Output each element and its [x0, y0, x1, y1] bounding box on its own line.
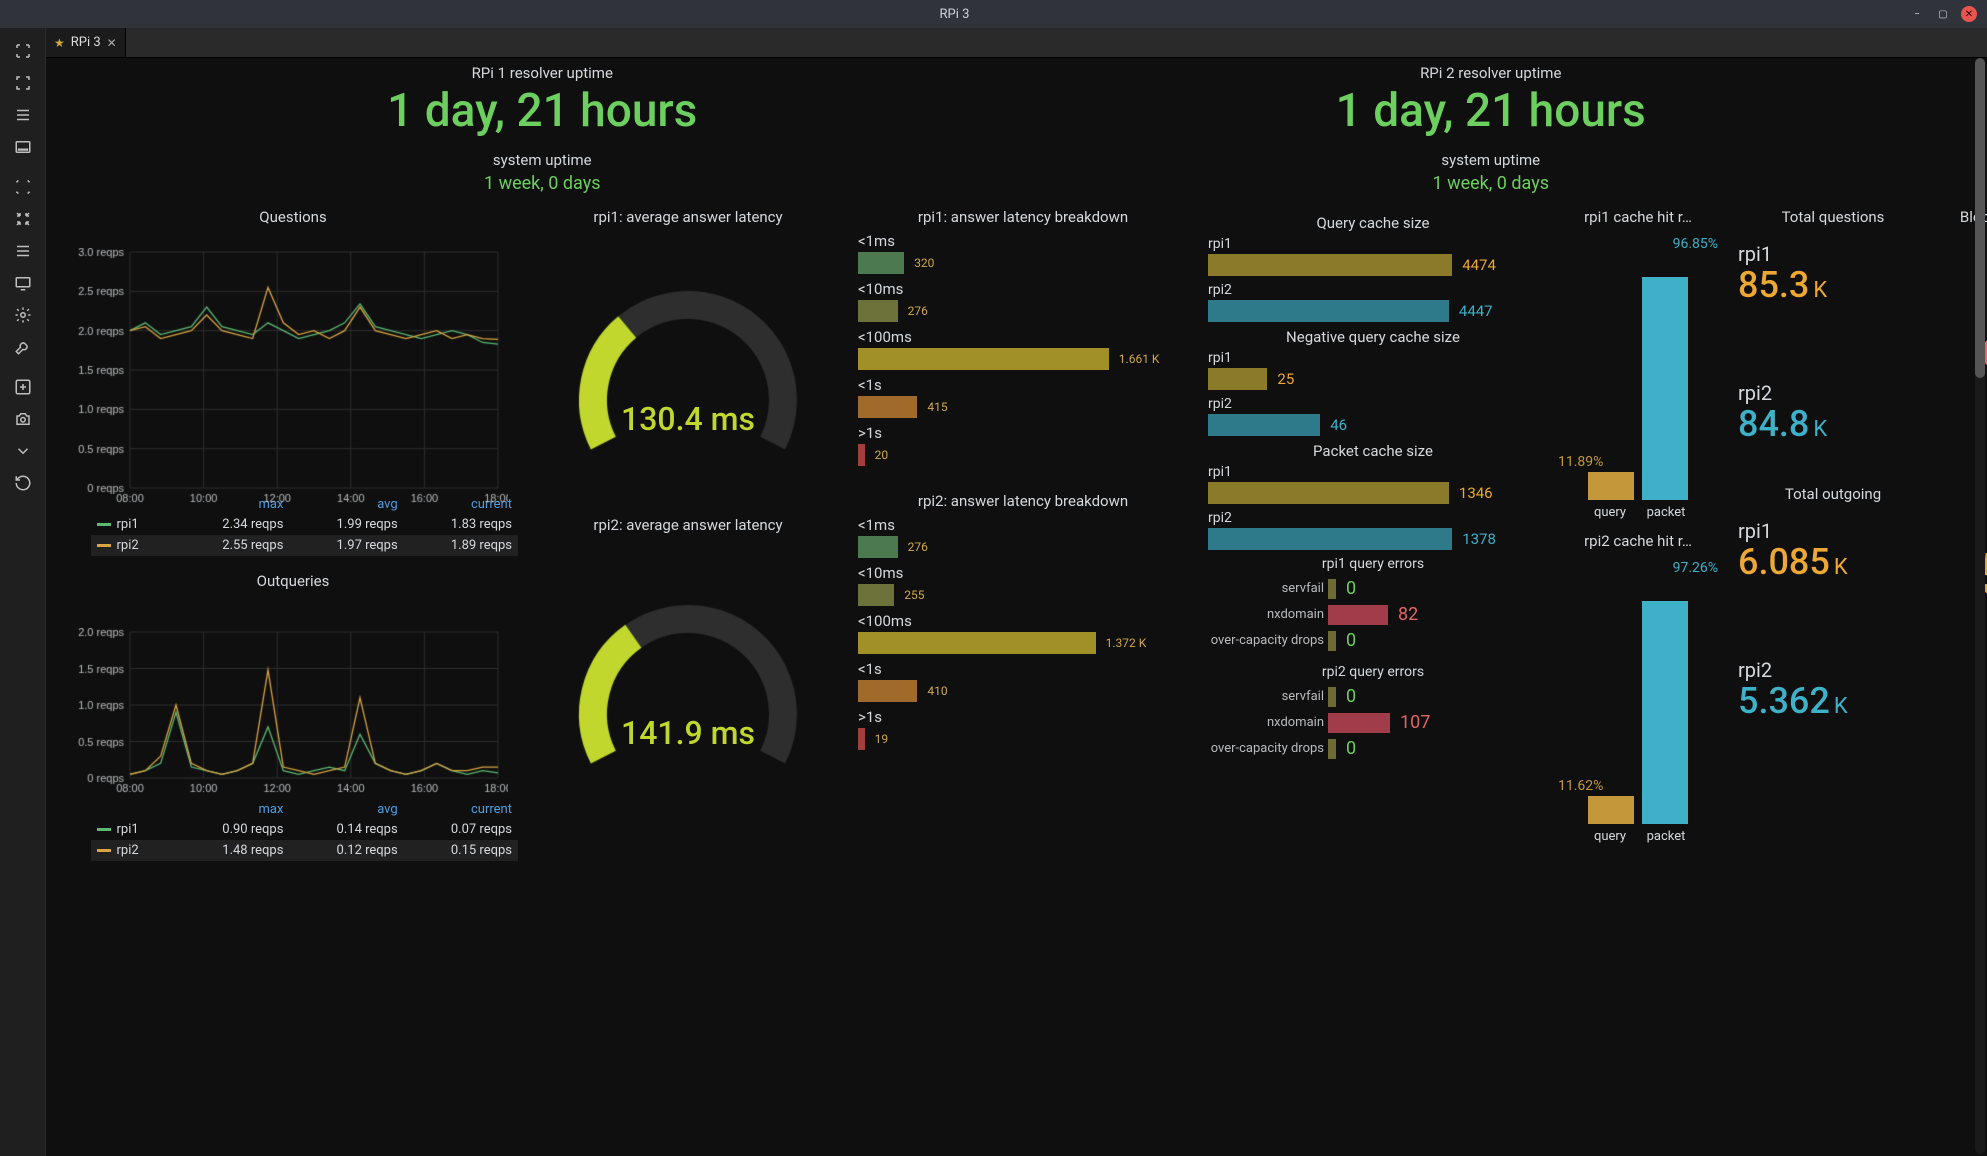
breakdown-rpi2[interactable]: <1ms276 <10ms255 <100ms1.372 K <1s410 >1s19 [858, 516, 1188, 750]
panel-title-rpi2-sysuptime: system uptime [1017, 151, 1966, 169]
rpi2-resolver-uptime-value: 1 day, 21 hours [1017, 86, 1966, 137]
error-row: servfail0 [1208, 576, 1538, 602]
window-maximize-button[interactable]: ▢ [1935, 6, 1951, 22]
gear-icon[interactable] [8, 300, 38, 330]
error-row: over-capacity drops0 [1208, 628, 1538, 654]
tab-bar: ★ RPi 3 ✕ [46, 28, 1987, 58]
application-window: RPi 3 − ▢ ✕ ★ [0, 0, 1987, 1156]
errors-rpi1[interactable]: servfail0nxdomain82over-capacity drops0 [1208, 576, 1538, 654]
collapse-icon[interactable] [8, 68, 38, 98]
cache-negative[interactable]: Negative query cache size rpi125 rpi246 [1208, 328, 1538, 436]
panel-title-outqueries: Outqueries [68, 572, 518, 590]
gauge-rpi1-value: 130.4 ms [538, 400, 838, 438]
error-row: nxdomain107 [1208, 710, 1538, 736]
list2-icon[interactable] [8, 236, 38, 266]
gauge-rpi2-value: 141.9 ms [538, 714, 838, 752]
panel-title-rpi1-sysuptime: system uptime [68, 151, 1017, 169]
total-outgoing[interactable]: Total outgoing rpi1 6.085K rpi2 5.362K [1738, 485, 1928, 722]
dashboard-container: ★ RPi 3 ✕ RPi 1 resolver uptime 1 day, 2… [46, 28, 1987, 1156]
monitor-icon[interactable] [8, 268, 38, 298]
breakdown-row: <10ms276 [858, 280, 1188, 322]
add-panel-icon[interactable] [8, 372, 38, 402]
window-controls: − ▢ ✕ [1909, 6, 1987, 22]
error-row: nxdomain82 [1208, 602, 1538, 628]
breakdown-row: <1s410 [858, 660, 1188, 702]
left-toolbar [0, 28, 46, 1156]
breakdown-row: <1ms320 [858, 232, 1188, 274]
collapse2-icon[interactable] [8, 204, 38, 234]
panel-title-errors-rpi1: rpi1 query errors [1208, 556, 1538, 572]
panel-title-questions: Questions [68, 208, 518, 226]
hit-ratio-rpi1[interactable]: 96.85%11.89%querypacket [1558, 230, 1718, 520]
hit-ratio-rpi2[interactable]: 97.26%11.62%querypacket [1558, 554, 1718, 844]
panel-title-breakdown-rpi1: rpi1: answer latency breakdown [858, 208, 1188, 226]
camera-icon[interactable] [8, 404, 38, 434]
wrench-icon[interactable] [8, 332, 38, 362]
dashboard: RPi 1 resolver uptime 1 day, 21 hours sy… [46, 58, 1987, 1156]
breakdown-row: >1s19 [858, 708, 1188, 750]
panel-title-rpi2-uptime: RPi 2 resolver uptime [1017, 64, 1966, 82]
panel-title-breakdown-rpi2: rpi2: answer latency breakdown [858, 492, 1188, 510]
dashboard-icon[interactable] [8, 132, 38, 162]
breakdown-row: <1ms276 [858, 516, 1188, 558]
questions-chart[interactable] [68, 230, 518, 495]
panel-title-latency-rpi1: rpi1: average answer latency [538, 208, 838, 226]
breakdown-row: <100ms1.661 K [858, 328, 1188, 370]
legend-row-rpi2[interactable]: rpi22.55 reqps1.97 reqps1.89 reqps [91, 535, 519, 556]
gauge-rpi2[interactable]: 141.9 ms [538, 544, 838, 844]
cache-packet[interactable]: Packet cache size rpi11346 rpi21378 [1208, 442, 1538, 550]
breakdown-row: <1s415 [858, 376, 1188, 418]
star-icon: ★ [54, 36, 65, 50]
errors-rpi2[interactable]: servfail0nxdomain107over-capacity drops0 [1208, 684, 1538, 762]
breakdown-row: <10ms255 [858, 564, 1188, 606]
tab-label: RPi 3 [71, 35, 101, 50]
window-title: RPi 3 [0, 7, 1909, 22]
error-row: over-capacity drops0 [1208, 736, 1538, 762]
panel-title-hit-rpi1: rpi1 cache hit r… [1558, 208, 1718, 226]
outqueries-chart[interactable] [68, 610, 518, 800]
legend-row-rpi1[interactable]: rpi12.34 reqps1.99 reqps1.83 reqps [91, 514, 519, 535]
close-tab-icon[interactable]: ✕ [107, 36, 117, 50]
cache-query[interactable]: Query cache size rpi14474 rpi24447 [1208, 214, 1538, 322]
chevron-down-icon[interactable] [8, 436, 38, 466]
expand2-icon[interactable] [8, 172, 38, 202]
breakdown-rpi1[interactable]: <1ms320 <10ms276 <100ms1.661 K <1s415 >1s20 [858, 232, 1188, 466]
total-questions[interactable]: Total questions rpi1 85.3K rpi2 84.8K [1738, 208, 1928, 445]
scrollbar-thumb[interactable] [1975, 58, 1985, 378]
panel-title-errors-rpi2: rpi2 query errors [1208, 664, 1538, 680]
list-icon[interactable] [8, 100, 38, 130]
window-minimize-button[interactable]: − [1909, 6, 1925, 22]
expand-icon[interactable] [8, 36, 38, 66]
restore-icon[interactable] [8, 468, 38, 498]
legend-row-rpi2[interactable]: rpi21.48 reqps0.12 reqps0.15 reqps [91, 840, 519, 861]
window-close-button[interactable]: ✕ [1961, 6, 1977, 22]
rpi1-system-uptime-value: 1 week, 0 days [68, 173, 1017, 194]
rpi2-system-uptime-value: 1 week, 0 days [1017, 173, 1966, 194]
outqueries-legend: maxavgcurrent rpi10.90 reqps0.14 reqps0.… [91, 800, 519, 861]
legend-row-rpi1[interactable]: rpi10.90 reqps0.14 reqps0.07 reqps [91, 819, 519, 840]
panel-title-latency-rpi2: rpi2: average answer latency [538, 516, 838, 534]
tab-rpi3[interactable]: ★ RPi 3 ✕ [46, 28, 126, 57]
breakdown-row: <100ms1.372 K [858, 612, 1188, 654]
rpi1-resolver-uptime-value: 1 day, 21 hours [68, 86, 1017, 137]
error-row: servfail0 [1208, 684, 1538, 710]
breakdown-row: >1s20 [858, 424, 1188, 466]
window-titlebar: RPi 3 − ▢ ✕ [0, 0, 1987, 28]
panel-title-rpi1-uptime: RPi 1 resolver uptime [68, 64, 1017, 82]
gauge-rpi1[interactable]: 130.4 ms [538, 230, 838, 510]
panel-title-hit-rpi2: rpi2 cache hit r… [1558, 532, 1718, 550]
